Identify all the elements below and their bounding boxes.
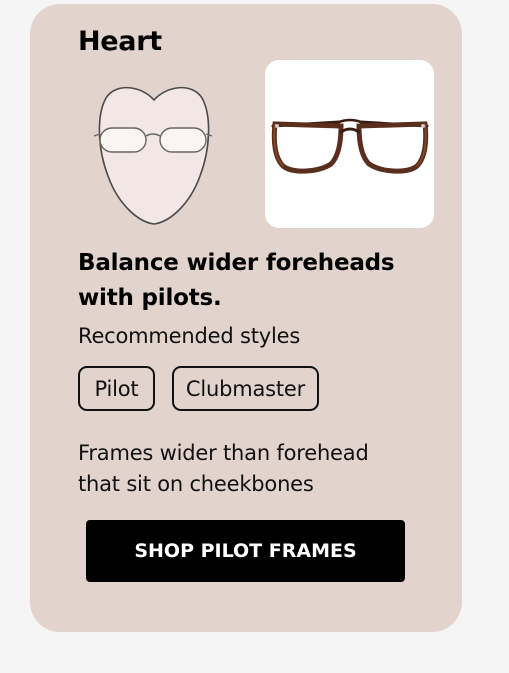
- shop-pilot-frames-button[interactable]: SHOP PILOT FRAMES: [86, 520, 405, 582]
- face-shape-card: Heart Balance wider foreheads with pilot…: [30, 4, 462, 632]
- recommendation-headline: Balance wider foreheads with pilots.: [78, 250, 395, 311]
- style-chip-pilot[interactable]: Pilot: [78, 366, 155, 411]
- style-chip-clubmaster[interactable]: Clubmaster: [172, 366, 319, 411]
- pilot-glasses-image: [265, 60, 434, 228]
- recommended-styles-label: Recommended styles: [78, 324, 301, 348]
- face-shape-title: Heart: [78, 26, 162, 57]
- heart-face-icon: [93, 80, 214, 230]
- fit-description: Frames wider than forehead that sit on c…: [78, 441, 369, 496]
